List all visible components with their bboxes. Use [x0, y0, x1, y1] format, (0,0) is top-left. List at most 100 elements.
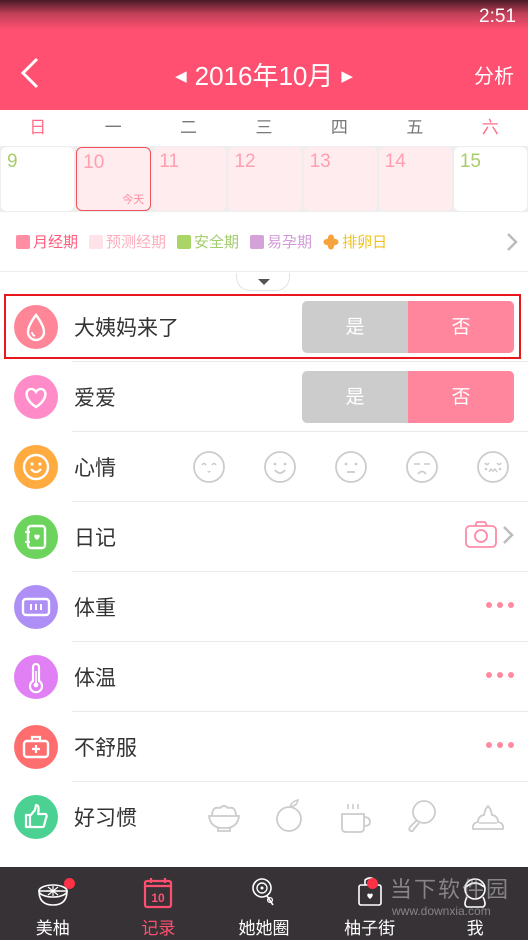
row-label: 大姨妈来了 — [74, 316, 179, 340]
mood-smile-icon[interactable] — [263, 450, 297, 484]
day-number: 12 — [234, 151, 256, 172]
row-label: 心情 — [74, 456, 116, 480]
period-toggle[interactable]: 是 否 — [302, 301, 514, 353]
row-label: 体重 — [74, 596, 116, 620]
month-title: ◀ 2016年10月 ▶ — [0, 56, 528, 93]
fruit-icon[interactable] — [272, 796, 308, 836]
row-discomfort[interactable]: 不舒服 — [0, 712, 528, 782]
day-number: 15 — [459, 151, 481, 172]
user-avatar-icon — [464, 878, 486, 908]
flower-icon — [323, 234, 339, 249]
tab-label: 美柚 — [35, 919, 70, 939]
tab-label: 我 — [466, 919, 484, 939]
breakfast-bowl-icon[interactable] — [206, 796, 242, 836]
calendar-day[interactable]: 11 — [153, 147, 227, 211]
calendar-day[interactable]: 15 — [453, 147, 527, 211]
more-icon[interactable] — [486, 672, 514, 678]
ping-pong-paddle-icon[interactable] — [404, 796, 440, 836]
mood-neutral-icon[interactable] — [334, 450, 368, 484]
tab-record[interactable]: 10 记录 — [106, 867, 212, 940]
analyze-button[interactable]: 分析 — [474, 60, 514, 89]
calendar-day[interactable]: 12 — [228, 147, 302, 211]
calendar-day-today[interactable]: 10 今天 — [76, 147, 152, 211]
today-label: 今天 — [122, 193, 145, 206]
legend-swatch — [177, 234, 192, 249]
row-weight[interactable]: 体重 — [0, 572, 528, 642]
row-label: 不舒服 — [74, 736, 137, 760]
smiley-icon — [14, 445, 58, 489]
tab-label: 她她圈 — [238, 919, 290, 939]
lollipop-icon — [252, 878, 274, 906]
legend-period: 月经期 — [16, 231, 78, 252]
tab-community[interactable]: 她她圈 — [211, 867, 317, 940]
row-love: 爱爱 是 否 — [0, 362, 528, 432]
weekday-mon: 一 — [104, 118, 122, 138]
poop-icon[interactable] — [470, 796, 506, 836]
legend-swatch — [16, 234, 30, 249]
mood-happy-icon[interactable] — [192, 450, 226, 484]
notification-badge — [64, 878, 75, 889]
thermometer-icon — [14, 655, 58, 699]
expand-calendar-button[interactable] — [236, 273, 290, 291]
row-label: 好习惯 — [74, 806, 137, 830]
legend-label: 安全期 — [194, 233, 240, 251]
calendar-day[interactable]: 9 — [1, 147, 75, 211]
yes-button[interactable]: 是 — [302, 371, 408, 423]
calendar-icon-number: 10 — [152, 891, 166, 905]
diary-book-icon — [14, 515, 58, 559]
mood-crying-icon[interactable] — [476, 450, 510, 484]
medical-kit-icon — [14, 725, 58, 769]
legend-label: 预测经期 — [106, 233, 167, 251]
tab-shop[interactable]: 柚子街 — [317, 867, 423, 940]
heart-icon — [14, 375, 58, 419]
cup-icon[interactable] — [338, 796, 374, 836]
weekday-header: 日 一 二 三 四 五 六 — [0, 110, 528, 146]
legend-label: 排卵日 — [342, 233, 388, 251]
mood-unhappy-icon[interactable] — [405, 450, 439, 484]
month-label: 2016年10月 — [194, 61, 334, 91]
no-button[interactable]: 否 — [408, 301, 514, 353]
day-number: 13 — [309, 151, 331, 172]
weekday-thu: 四 — [330, 118, 348, 138]
row-label: 日记 — [74, 526, 116, 550]
drop-icon — [14, 305, 58, 349]
diary-photo-button[interactable] — [464, 520, 514, 550]
row-period: 大姨妈来了 是 否 — [0, 292, 528, 362]
notification-badge — [366, 878, 378, 889]
more-icon[interactable] — [486, 602, 514, 608]
legend[interactable]: 月经期 预测经期 安全期 易孕期 排卵日 — [0, 212, 528, 272]
tab-me[interactable]: 我 — [422, 867, 528, 940]
habit-options — [206, 796, 506, 836]
no-button[interactable]: 否 — [408, 371, 514, 423]
yes-button[interactable]: 是 — [302, 301, 408, 353]
weekday-sun: 日 — [29, 118, 47, 138]
legend-predicted: 预测经期 — [89, 231, 166, 252]
mood-options — [192, 450, 510, 484]
weekday-sat: 六 — [481, 118, 499, 138]
day-number: 10 — [83, 152, 105, 173]
thumbs-up-icon — [14, 795, 58, 839]
row-label: 体温 — [74, 666, 116, 690]
calendar-day[interactable]: 14 — [378, 147, 452, 211]
calendar-icon: 10 — [144, 878, 173, 909]
day-number: 9 — [7, 151, 18, 172]
chevron-right-icon[interactable] — [506, 232, 518, 252]
tab-label: 柚子街 — [344, 919, 396, 939]
next-month-button[interactable]: ▶ — [341, 67, 353, 85]
more-icon[interactable] — [486, 742, 514, 748]
row-temperature[interactable]: 体温 — [0, 642, 528, 712]
love-toggle[interactable]: 是 否 — [302, 371, 514, 423]
legend-ovulation: 排卵日 — [323, 231, 387, 252]
row-diary[interactable]: 日记 — [0, 502, 528, 572]
tab-meiyou[interactable]: 美柚 — [0, 867, 106, 940]
chevron-right-icon — [503, 526, 514, 544]
prev-month-button[interactable]: ◀ — [175, 67, 187, 85]
calendar-day[interactable]: 13 — [303, 147, 377, 211]
top-bar: 2:51 ◀ 2016年10月 ▶ 分析 — [0, 0, 528, 110]
day-number: 11 — [159, 151, 180, 172]
tab-label: 记录 — [141, 919, 176, 939]
weekday-fri: 五 — [406, 118, 424, 138]
row-mood: 心情 — [0, 432, 528, 502]
row-habits: 好习惯 — [0, 782, 528, 852]
camera-icon — [465, 521, 497, 548]
